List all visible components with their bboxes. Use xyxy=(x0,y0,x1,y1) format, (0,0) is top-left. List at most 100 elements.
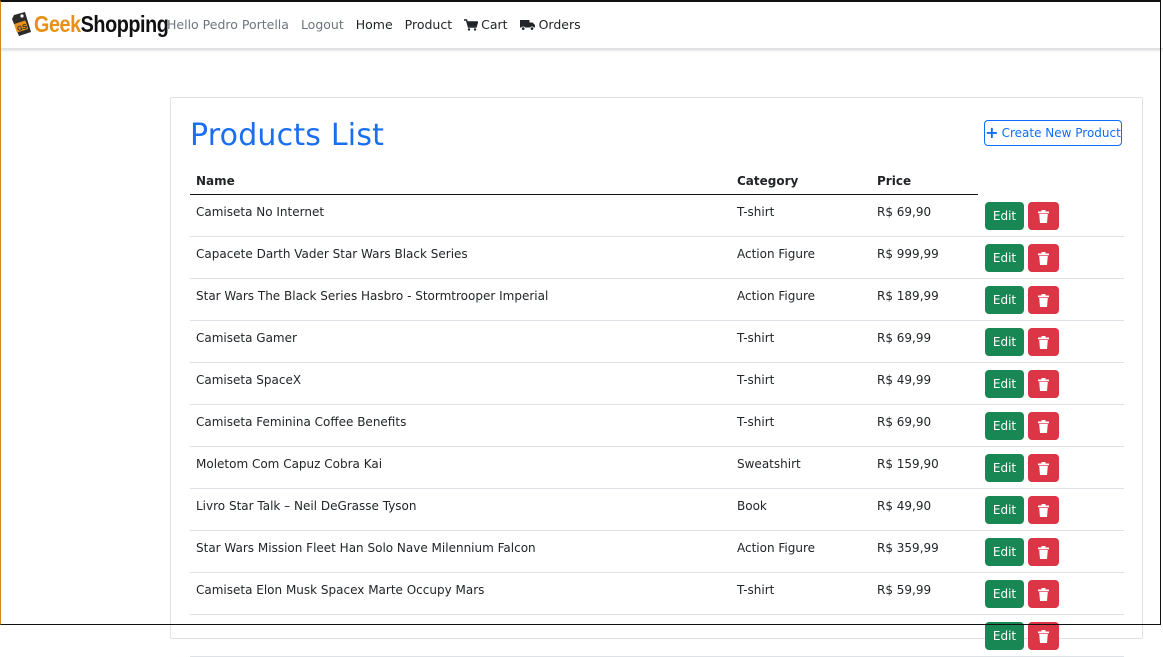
products-card: Products List + Create New Product Name … xyxy=(170,97,1143,657)
product-price: R$ 49,90 xyxy=(877,499,932,513)
brand-name: GeekShopping xyxy=(34,10,169,38)
product-price: R$ 189,99 xyxy=(877,289,939,303)
delete-button[interactable] xyxy=(1028,370,1059,398)
brand-geek-text: Geek xyxy=(34,10,81,37)
brand-logo-link[interactable]: GS GeekShopping xyxy=(10,9,190,39)
delete-button[interactable] xyxy=(1028,244,1059,272)
create-product-button[interactable]: + Create New Product xyxy=(984,120,1122,146)
delete-button[interactable] xyxy=(1028,454,1059,482)
edit-button[interactable]: Edit xyxy=(985,538,1024,566)
product-price: R$ 69,99 xyxy=(877,331,932,345)
trash-icon xyxy=(1038,251,1049,265)
edit-button[interactable]: Edit xyxy=(985,202,1024,230)
column-header-name: Name xyxy=(196,174,235,188)
trash-icon xyxy=(1038,209,1049,223)
product-name: Capacete Darth Vader Star Wars Black Ser… xyxy=(196,247,468,261)
table-row: Camiseta No Internet T-shirt R$ 69,90 Edit xyxy=(190,195,1124,237)
create-product-label: Create New Product xyxy=(1001,126,1121,140)
page-title: Products List xyxy=(190,118,385,153)
column-header-price: Price xyxy=(877,174,912,188)
plus-icon: + xyxy=(985,123,999,142)
nav-orders[interactable]: Orders xyxy=(519,17,581,32)
product-category: Action Figure xyxy=(737,541,816,555)
column-header-category: Category xyxy=(737,174,799,188)
top-navbar: GS GeekShopping Hello Pedro Portella Log… xyxy=(0,0,1163,49)
nav-cart-label: Cart xyxy=(481,17,508,32)
price-tag-gs-icon: GS xyxy=(12,12,31,36)
edit-button[interactable]: Edit xyxy=(985,496,1024,524)
product-name: Camiseta Feminina Coffee Benefits xyxy=(196,415,407,429)
trash-icon xyxy=(1038,461,1049,475)
product-name: Moletom Com Capuz Cobra Kai xyxy=(196,457,383,471)
cart-icon xyxy=(464,18,479,31)
trash-icon xyxy=(1038,335,1049,349)
delete-button[interactable] xyxy=(1028,286,1059,314)
product-category: Book xyxy=(737,499,767,513)
nav-home[interactable]: Home xyxy=(356,17,393,32)
nav-links: Hello Pedro Portella Logout Home Product… xyxy=(167,17,593,32)
edit-button[interactable]: Edit xyxy=(985,580,1024,608)
delete-button[interactable] xyxy=(1028,412,1059,440)
product-category: Action Figure xyxy=(737,289,816,303)
nav-orders-label: Orders xyxy=(538,17,581,32)
table-row: Livro Star Talk – Neil DeGrasse Tyson Boo… xyxy=(190,489,1124,531)
table-row: Capacete Darth Vader Star Wars Black Ser… xyxy=(190,237,1124,279)
trash-icon xyxy=(1038,377,1049,391)
nav-cart[interactable]: Cart xyxy=(464,17,508,32)
product-category: T-shirt xyxy=(737,205,775,219)
product-name: Camiseta SpaceX xyxy=(196,373,302,387)
product-name: Livro Star Talk – Neil DeGrasse Tyson xyxy=(196,499,417,513)
product-name: Star Wars Mission Fleet Han Solo Nave Mi… xyxy=(196,541,536,555)
delete-button[interactable] xyxy=(1028,580,1059,608)
product-category: T-shirt xyxy=(737,583,775,597)
truck-icon xyxy=(519,19,535,31)
product-price: R$ 69,90 xyxy=(877,205,932,219)
delete-button[interactable] xyxy=(1028,622,1059,650)
edit-button[interactable]: Edit xyxy=(985,328,1024,356)
product-name: Star Wars The Black Series Hasbro - Stor… xyxy=(196,289,549,303)
table-row: Moletom Com Capuz Cobra Kai Sweatshirt R$ … xyxy=(190,447,1124,489)
trash-icon xyxy=(1038,503,1049,517)
delete-button[interactable] xyxy=(1028,328,1059,356)
table-row: Camiseta Elon Musk Spacex Marte Occupy M… xyxy=(190,573,1124,615)
edit-button[interactable]: Edit xyxy=(985,412,1024,440)
trash-icon xyxy=(1038,629,1049,643)
nav-greeting[interactable]: Hello Pedro Portella xyxy=(167,17,289,32)
product-category: Action Figure xyxy=(737,247,816,261)
product-price: R$ 999,99 xyxy=(877,247,939,261)
product-price: R$ 49,99 xyxy=(877,373,932,387)
table-row: Star Wars The Black Series Hasbro - Stor… xyxy=(190,279,1124,321)
product-price: R$ 359,99 xyxy=(877,541,939,555)
delete-button[interactable] xyxy=(1028,202,1059,230)
nav-product[interactable]: Product xyxy=(405,17,452,32)
product-price: R$ 69,90 xyxy=(877,415,932,429)
trash-icon xyxy=(1038,587,1049,601)
table-row: Star Wars Mission Fleet Han Solo Nave Mi… xyxy=(190,531,1124,573)
table-row: Camiseta SpaceX T-shirt R$ 49,99 Edit xyxy=(190,363,1124,405)
edit-button[interactable]: Edit xyxy=(985,622,1024,650)
trash-icon xyxy=(1038,419,1049,433)
trash-icon xyxy=(1038,545,1049,559)
product-category: T-shirt xyxy=(737,415,775,429)
edit-button[interactable]: Edit xyxy=(985,370,1024,398)
product-category: Sweatshirt xyxy=(737,457,801,471)
nav-logout[interactable]: Logout xyxy=(301,17,344,32)
product-category: T-shirt xyxy=(737,373,775,387)
product-price: R$ 159,90 xyxy=(877,457,939,471)
product-name: Camiseta No Internet xyxy=(196,205,325,219)
table-row: Edit xyxy=(190,615,1124,657)
product-name: Camiseta Gamer xyxy=(196,331,297,345)
edit-button[interactable]: Edit xyxy=(985,244,1024,272)
products-table-body: Camiseta No Internet T-shirt R$ 69,90 Edit C… xyxy=(190,195,1124,657)
edit-button[interactable]: Edit xyxy=(985,286,1024,314)
product-category: T-shirt xyxy=(737,331,775,345)
delete-button[interactable] xyxy=(1028,538,1059,566)
table-row: Camiseta Feminina Coffee Benefits T-shirt… xyxy=(190,405,1124,447)
table-row: Camiseta Gamer T-shirt R$ 69,99 Edit xyxy=(190,321,1124,363)
delete-button[interactable] xyxy=(1028,496,1059,524)
table-header: Name Category Price xyxy=(190,171,978,195)
edit-button[interactable]: Edit xyxy=(985,454,1024,482)
trash-icon xyxy=(1038,293,1049,307)
brand-shopping-text: Shopping xyxy=(80,10,169,37)
product-name: Camiseta Elon Musk Spacex Marte Occupy M… xyxy=(196,583,485,597)
